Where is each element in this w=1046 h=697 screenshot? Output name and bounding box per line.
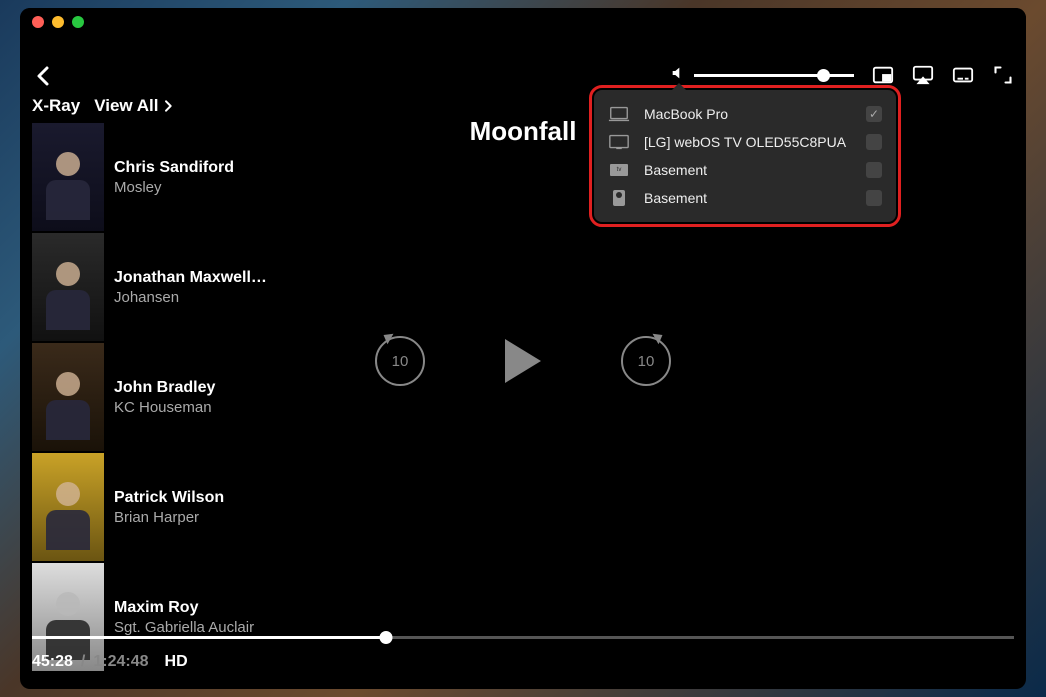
speaker-icon	[608, 190, 630, 206]
fullscreen-button[interactable]	[992, 64, 1014, 86]
player-window: X-Ray View All Chris Sandiford Mosley Jo…	[20, 8, 1026, 689]
scrubber-thumb[interactable]	[379, 631, 392, 644]
appletv-icon: tv	[608, 162, 630, 178]
play-button[interactable]	[505, 339, 541, 383]
skip-forward-button[interactable]: 10	[621, 336, 671, 386]
time-total: 1:24:48	[93, 653, 148, 671]
role-name: Sgt. Gabriella Auclair	[114, 619, 254, 636]
airplay-device-row[interactable]: MacBook Pro	[594, 100, 896, 128]
bottom-bar: 45:28 / 1:24:48 HD	[32, 636, 1014, 671]
actor-name: Patrick Wilson	[114, 489, 224, 507]
skip-back-button[interactable]: 10	[375, 336, 425, 386]
airplay-button[interactable]	[912, 64, 934, 86]
window-minimize-button[interactable]	[52, 16, 64, 28]
airplay-checkbox[interactable]	[866, 190, 882, 206]
role-name: KC Houseman	[114, 399, 215, 416]
time-row: 45:28 / 1:24:48 HD	[32, 653, 1014, 671]
airplay-device-row[interactable]: Basement	[594, 184, 896, 212]
cast-photo	[32, 123, 104, 231]
actor-name: Jonathan Maxwell…	[114, 269, 267, 287]
titlebar	[20, 8, 1026, 36]
airplay-device-popup: MacBook Pro [LG] webOS TV OLED55C8PUA tv…	[594, 90, 896, 222]
cast-text: Chris Sandiford Mosley	[114, 159, 234, 196]
cast-list: Chris Sandiford Mosley Jonathan Maxwell……	[32, 122, 312, 672]
actor-name: Chris Sandiford	[114, 159, 234, 177]
tv-icon	[608, 134, 630, 150]
role-name: Mosley	[114, 179, 234, 196]
xray-view-all-label: View All	[94, 96, 158, 116]
cast-item[interactable]: Jonathan Maxwell… Johansen	[32, 232, 312, 342]
airplay-checkbox[interactable]	[866, 162, 882, 178]
window-close-button[interactable]	[32, 16, 44, 28]
pip-button[interactable]	[872, 64, 894, 86]
cast-item[interactable]: Chris Sandiford Mosley	[32, 122, 312, 232]
role-name: Johansen	[114, 289, 267, 306]
airplay-device-name: [LG] webOS TV OLED55C8PUA	[644, 134, 852, 150]
top-right-controls	[670, 64, 1014, 86]
airplay-device-row[interactable]: tv Basement	[594, 156, 896, 184]
airplay-device-row[interactable]: [LG] webOS TV OLED55C8PUA	[594, 128, 896, 156]
role-name: Brian Harper	[114, 509, 224, 526]
cast-photo	[32, 233, 104, 341]
cast-text: Maxim Roy Sgt. Gabriella Auclair	[114, 599, 254, 636]
playback-controls: 10 10	[20, 336, 1026, 386]
cast-text: Patrick Wilson Brian Harper	[114, 489, 224, 526]
airplay-checkbox[interactable]	[866, 134, 882, 150]
airplay-device-name: Basement	[644, 190, 852, 206]
time-current: 45:28	[32, 653, 73, 671]
laptop-icon	[608, 106, 630, 122]
player-content: X-Ray View All Chris Sandiford Mosley Jo…	[20, 36, 1026, 689]
movie-title: Moonfall	[470, 116, 577, 147]
actor-name: Maxim Roy	[114, 599, 254, 617]
airplay-device-name: Basement	[644, 162, 852, 178]
xray-label: X-Ray	[32, 96, 80, 116]
skip-back-label: 10	[392, 353, 409, 370]
back-button[interactable]	[32, 64, 60, 92]
cast-text: Jonathan Maxwell… Johansen	[114, 269, 267, 306]
cast-photo	[32, 453, 104, 561]
volume-control[interactable]	[670, 65, 854, 86]
volume-slider[interactable]	[694, 74, 854, 77]
window-zoom-button[interactable]	[72, 16, 84, 28]
scrubber[interactable]	[32, 636, 1014, 639]
skip-forward-label: 10	[638, 353, 655, 370]
quality-badge: HD	[165, 653, 188, 671]
time-separator: /	[81, 653, 85, 671]
captions-button[interactable]	[952, 64, 974, 86]
xray-view-all-button[interactable]: View All	[94, 96, 176, 116]
airplay-checkbox[interactable]	[866, 106, 882, 122]
xray-header: X-Ray View All	[32, 96, 176, 116]
airplay-device-name: MacBook Pro	[644, 106, 852, 122]
cast-item[interactable]: Patrick Wilson Brian Harper	[32, 452, 312, 562]
